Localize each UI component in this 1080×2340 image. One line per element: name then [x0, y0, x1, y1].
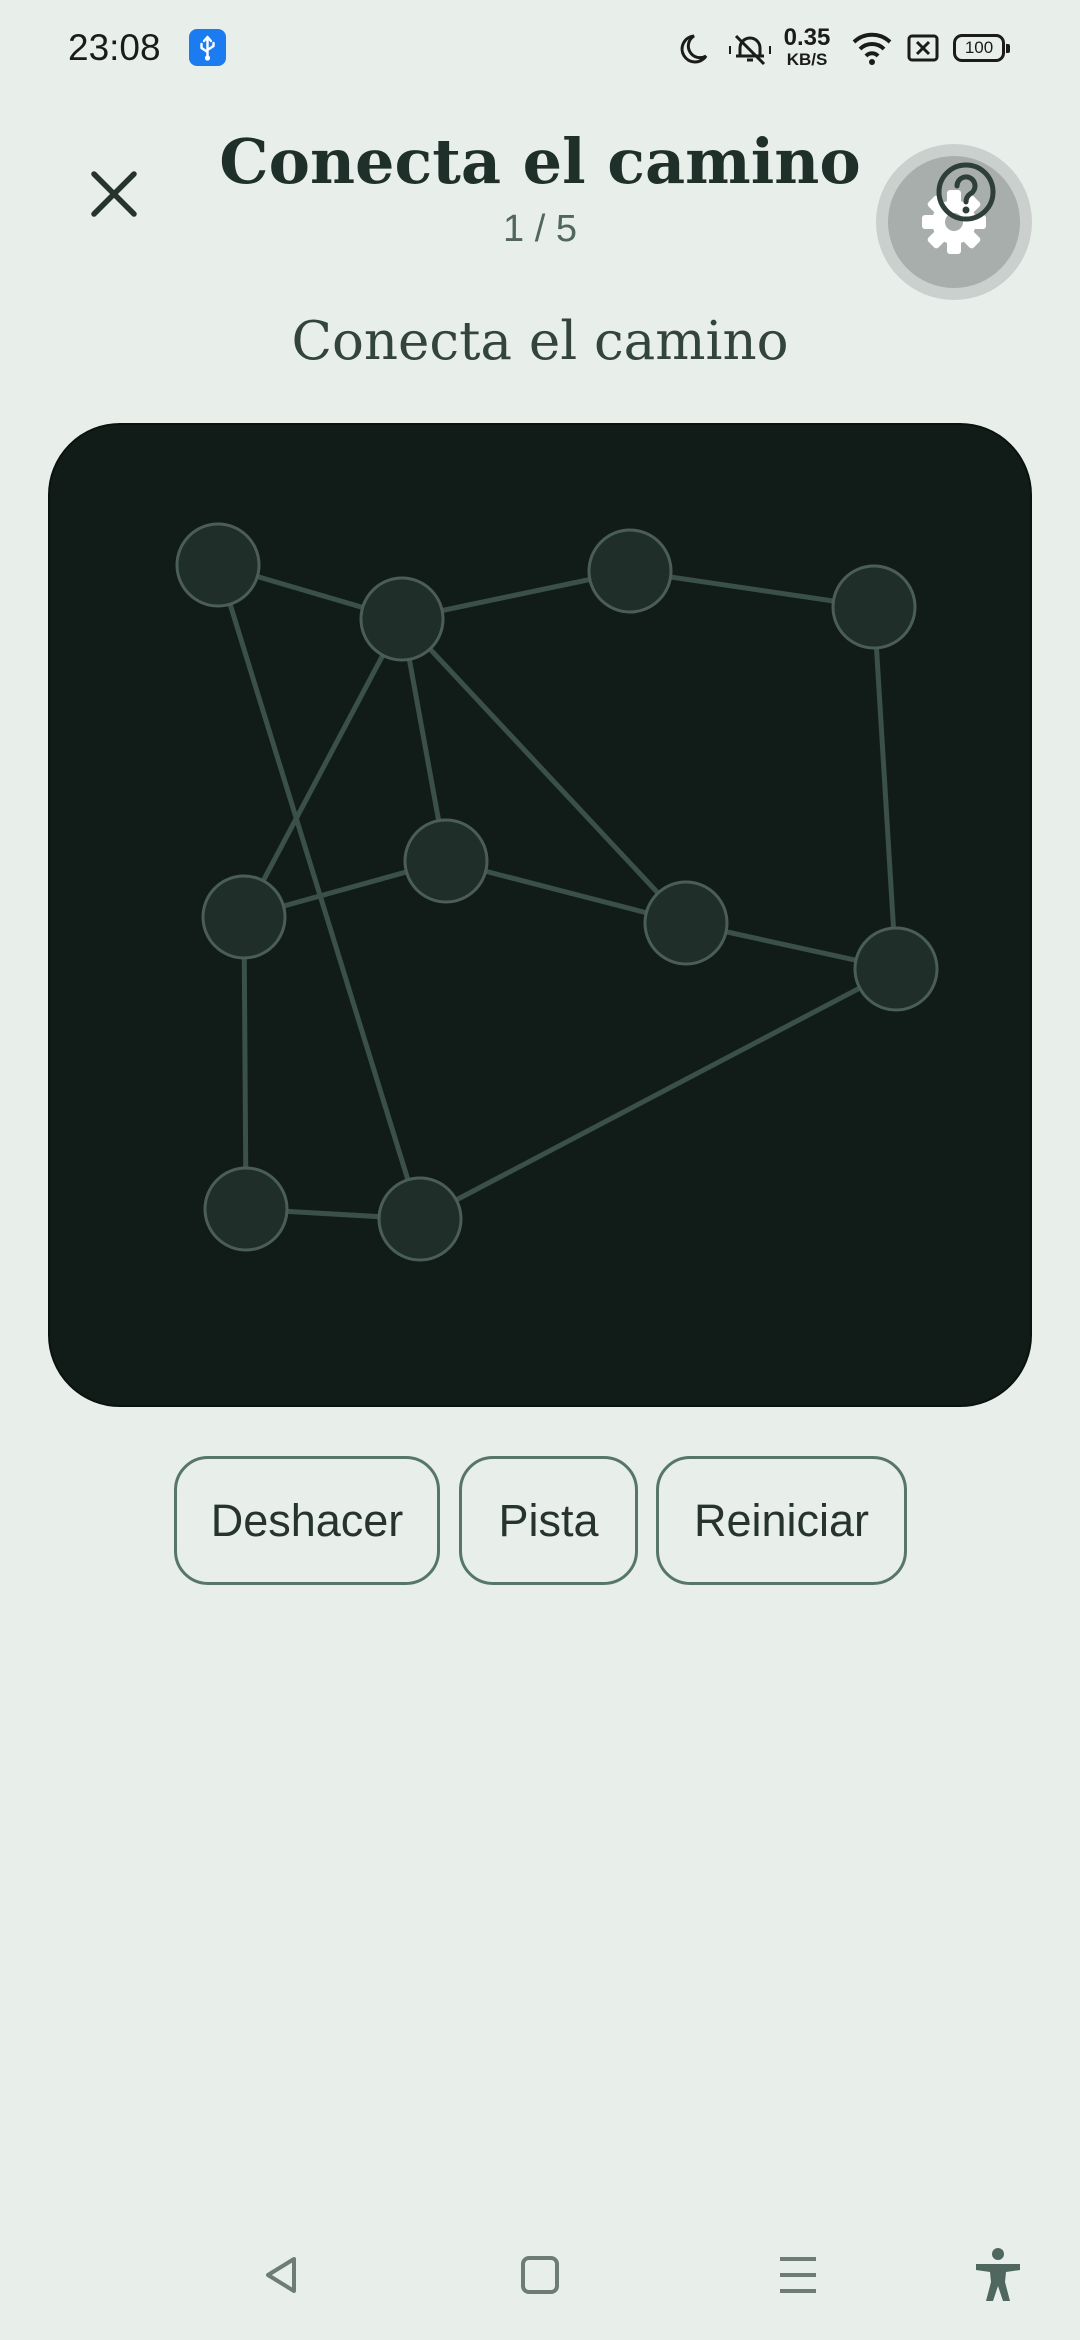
- graph-node-n7[interactable]: [643, 880, 729, 966]
- graph-node-n9[interactable]: [203, 1166, 289, 1252]
- settings-help-button[interactable]: [876, 144, 1032, 300]
- graph-node-n8[interactable]: [853, 926, 939, 1012]
- graph-node-n2[interactable]: [359, 576, 445, 662]
- battery-icon: 100: [953, 34, 1010, 62]
- net-speed: 0.35 KB/S: [780, 24, 834, 69]
- accessibility-icon: [976, 2248, 1020, 2301]
- net-speed-value: 0.35: [783, 24, 831, 51]
- reset-button[interactable]: Reiniciar: [656, 1456, 907, 1585]
- graph-node-n6[interactable]: [403, 818, 489, 904]
- settings-gear-icon: [922, 190, 986, 254]
- battery-level: 100: [964, 38, 994, 57]
- nav-accessibility-button[interactable]: [968, 2245, 1028, 2305]
- sim-off-icon: [907, 34, 939, 62]
- puzzle-subtitle: Conecta el camino: [291, 311, 789, 372]
- puzzle-graph: [175, 522, 939, 1262]
- puzzle-board[interactable]: [48, 423, 1032, 1407]
- back-icon: [266, 2257, 296, 2293]
- silent-icon: [729, 34, 771, 66]
- graph-node-n5[interactable]: [201, 874, 287, 960]
- edges-layer: [215, 562, 899, 1222]
- nav-recents-button[interactable]: [768, 2245, 828, 2305]
- graph-edge-n4-n8: [871, 604, 899, 972]
- graph-edge-n10-n8: [417, 966, 899, 1222]
- help-icon: [936, 162, 996, 222]
- net-speed-unit: KB/S: [786, 50, 828, 69]
- hint-button[interactable]: Pista: [459, 1456, 638, 1585]
- home-icon: [521, 2256, 559, 2294]
- graph-node-n3[interactable]: [587, 528, 673, 614]
- graph-node-n10[interactable]: [377, 1176, 463, 1262]
- graph-edge-n5-n9: [241, 914, 249, 1212]
- recents-icon: [780, 2257, 816, 2293]
- graph-node-n4[interactable]: [831, 564, 917, 650]
- moon-icon: [680, 34, 708, 64]
- wifi-icon: [852, 32, 892, 65]
- undo-button[interactable]: Deshacer: [174, 1456, 440, 1585]
- graph-node-n1[interactable]: [175, 522, 261, 608]
- status-time: 23:08: [68, 27, 161, 68]
- graph-edge-n2-n5: [241, 616, 405, 920]
- usb-icon: [189, 29, 226, 66]
- nav-home-button[interactable]: [510, 2245, 570, 2305]
- nav-back-button[interactable]: [252, 2245, 312, 2305]
